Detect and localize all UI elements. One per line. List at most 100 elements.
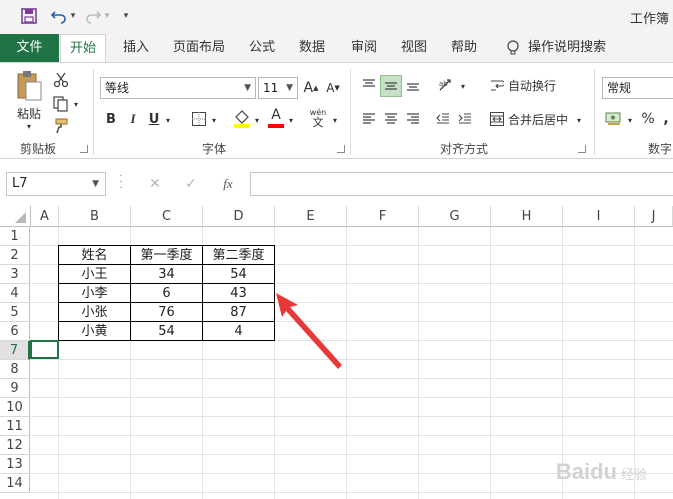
wrap-text-icon[interactable] bbox=[488, 76, 506, 94]
orientation-icon[interactable]: ab bbox=[436, 75, 458, 95]
chevron-down-icon[interactable]: ▼ bbox=[286, 78, 293, 98]
undo-icon[interactable] bbox=[50, 6, 68, 26]
row-header-3[interactable]: 3 bbox=[0, 265, 30, 284]
chevron-down-icon[interactable]: ▼ bbox=[92, 173, 99, 195]
table-header-cell[interactable]: 第一季度 bbox=[130, 245, 203, 265]
row-header-12[interactable]: 12 bbox=[0, 436, 30, 455]
tab-view[interactable]: 视图 bbox=[392, 34, 436, 62]
customize-toolbar-icon[interactable]: ▾ bbox=[120, 6, 132, 26]
currency-dropdown-icon[interactable]: ▾ bbox=[626, 115, 634, 125]
wrap-text-button[interactable]: 自动换行 bbox=[508, 76, 564, 94]
insert-function-icon[interactable]: fx bbox=[218, 174, 238, 194]
table-cell[interactable]: 34 bbox=[130, 264, 203, 284]
table-header-cell[interactable]: 姓名 bbox=[58, 245, 131, 265]
fill-color-icon[interactable] bbox=[232, 107, 252, 129]
name-box[interactable]: L7 ▼ bbox=[6, 172, 106, 196]
table-cell[interactable]: 6 bbox=[130, 283, 203, 303]
cut-icon[interactable] bbox=[52, 71, 70, 89]
row-header-13[interactable]: 13 bbox=[0, 455, 30, 474]
phonetic-guide-icon[interactable]: wén 文 bbox=[306, 105, 330, 131]
paste-button-label[interactable]: 粘贴 bbox=[12, 105, 46, 121]
tab-insert[interactable]: 插入 bbox=[114, 34, 158, 62]
row-header-8[interactable]: 8 bbox=[0, 360, 30, 379]
alignment-launcher-icon[interactable] bbox=[578, 145, 586, 153]
align-middle-icon[interactable] bbox=[380, 75, 402, 97]
tell-me-search[interactable]: 操作说明搜索 bbox=[528, 34, 612, 62]
redo-dropdown-icon[interactable]: ▾ bbox=[102, 6, 112, 26]
phonetic-dropdown-icon[interactable]: ▾ bbox=[331, 115, 339, 125]
redo-icon[interactable] bbox=[84, 6, 102, 26]
tab-home[interactable]: 开始 bbox=[60, 34, 106, 63]
clipboard-launcher-icon[interactable] bbox=[80, 145, 88, 153]
save-icon[interactable] bbox=[20, 6, 38, 26]
chevron-down-icon[interactable]: ▼ bbox=[244, 78, 251, 98]
column-header-b[interactable]: B bbox=[59, 206, 131, 227]
table-cell[interactable]: 4 bbox=[202, 321, 275, 341]
column-header-c[interactable]: C bbox=[131, 206, 203, 227]
row-header-14[interactable]: 14 bbox=[0, 474, 30, 493]
row-header-1[interactable]: 1 bbox=[0, 227, 30, 246]
fill-color-dropdown-icon[interactable]: ▾ bbox=[253, 115, 261, 125]
row-header-9[interactable]: 9 bbox=[0, 379, 30, 398]
font-color-icon[interactable]: A bbox=[266, 107, 286, 129]
row-header-10[interactable]: 10 bbox=[0, 398, 30, 417]
formula-bar-grip-icon[interactable]: · · · bbox=[118, 172, 124, 194]
table-cell[interactable]: 54 bbox=[130, 321, 203, 341]
shrink-font-button[interactable]: A ▼ bbox=[324, 78, 342, 98]
font-name-combo[interactable]: 等线 ▼ bbox=[100, 77, 256, 99]
tab-help[interactable]: 帮助 bbox=[442, 34, 486, 62]
column-header-a[interactable]: A bbox=[31, 206, 59, 227]
table-cell[interactable]: 小李 bbox=[58, 283, 131, 303]
borders-dropdown-icon[interactable]: ▾ bbox=[210, 115, 218, 125]
underline-dropdown-icon[interactable]: ▾ bbox=[164, 115, 172, 125]
align-top-icon[interactable] bbox=[360, 75, 378, 95]
grow-font-button[interactable]: A ▲ bbox=[302, 78, 320, 98]
table-header-cell[interactable]: 第二季度 bbox=[202, 245, 275, 265]
copy-dropdown-icon[interactable]: ▾ bbox=[72, 99, 80, 109]
paste-dropdown-icon[interactable]: ▾ bbox=[22, 121, 36, 131]
table-cell[interactable]: 87 bbox=[202, 302, 275, 322]
tab-file[interactable]: 文件 bbox=[0, 34, 59, 62]
tab-formulas[interactable]: 公式 bbox=[240, 34, 284, 62]
borders-icon[interactable] bbox=[190, 109, 208, 129]
table-cell[interactable]: 54 bbox=[202, 264, 275, 284]
copy-icon[interactable] bbox=[52, 95, 70, 113]
formula-input[interactable] bbox=[250, 172, 673, 196]
row-header-7[interactable]: 7 bbox=[0, 341, 30, 360]
row-header-2[interactable]: 2 bbox=[0, 246, 30, 265]
font-size-combo[interactable]: 11 ▼ bbox=[258, 77, 298, 99]
column-header-g[interactable]: G bbox=[419, 206, 491, 227]
font-color-dropdown-icon[interactable]: ▾ bbox=[287, 115, 295, 125]
paste-icon[interactable] bbox=[14, 69, 44, 103]
percent-button[interactable]: % bbox=[640, 109, 656, 129]
undo-dropdown-icon[interactable]: ▾ bbox=[68, 6, 78, 26]
column-header-i[interactable]: I bbox=[563, 206, 635, 227]
increase-indent-icon[interactable] bbox=[456, 109, 474, 129]
table-cell[interactable]: 小王 bbox=[58, 264, 131, 284]
font-launcher-icon[interactable] bbox=[337, 145, 345, 153]
row-header-4[interactable]: 4 bbox=[0, 284, 30, 303]
table-cell[interactable]: 小黄 bbox=[58, 321, 131, 341]
orientation-dropdown-icon[interactable]: ▾ bbox=[459, 81, 467, 91]
tab-page-layout[interactable]: 页面布局 bbox=[164, 34, 234, 62]
select-all-corner[interactable] bbox=[0, 206, 31, 227]
merge-center-button[interactable]: 合并后居中 bbox=[508, 110, 570, 128]
column-header-h[interactable]: H bbox=[491, 206, 563, 227]
enter-icon[interactable]: ✓ bbox=[182, 174, 200, 194]
row-header-6[interactable]: 6 bbox=[0, 322, 30, 341]
merge-center-icon[interactable] bbox=[488, 110, 506, 128]
table-cell[interactable]: 小张 bbox=[58, 302, 131, 322]
row-header-11[interactable]: 11 bbox=[0, 417, 30, 436]
decrease-indent-icon[interactable] bbox=[434, 109, 452, 129]
column-header-e[interactable]: E bbox=[275, 206, 347, 227]
column-header-d[interactable]: D bbox=[203, 206, 275, 227]
cancel-icon[interactable]: ✕ bbox=[146, 174, 164, 194]
align-center-icon[interactable] bbox=[382, 109, 400, 129]
align-left-icon[interactable] bbox=[360, 109, 378, 129]
underline-button[interactable]: U bbox=[146, 109, 162, 129]
format-painter-icon[interactable] bbox=[52, 117, 70, 135]
lightbulb-icon[interactable] bbox=[502, 34, 524, 62]
row-header-5[interactable]: 5 bbox=[0, 303, 30, 322]
column-header-j[interactable]: J bbox=[635, 206, 673, 227]
table-cell[interactable]: 43 bbox=[202, 283, 275, 303]
